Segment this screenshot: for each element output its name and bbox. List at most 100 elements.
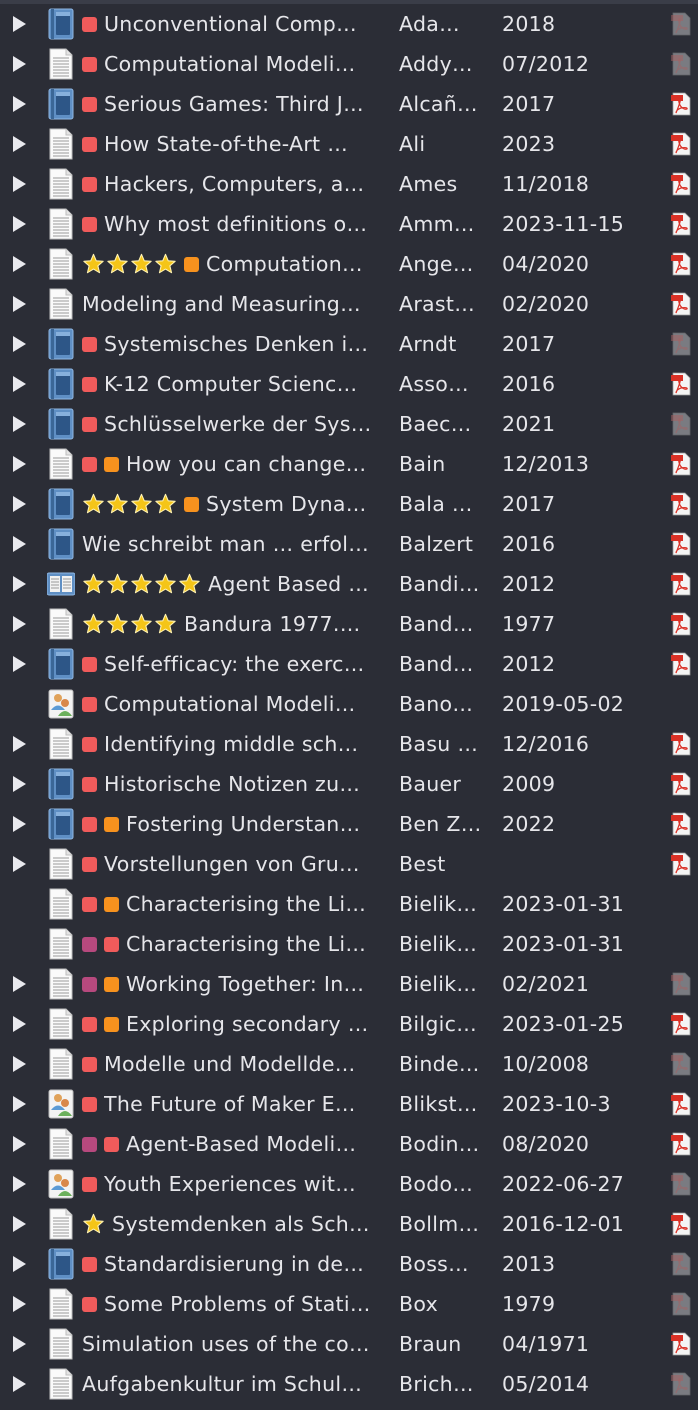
pdf-attachment-icon[interactable]: [670, 532, 692, 556]
pdf-attachment-icon[interactable]: [670, 812, 692, 836]
pdf-attachment-icon[interactable]: [670, 252, 692, 276]
pdf-attachment-icon[interactable]: [670, 132, 692, 156]
disclosure-triangle-icon[interactable]: [10, 95, 40, 113]
table-row[interactable]: Identifying middle sch… Basu … 12/2016: [0, 724, 698, 764]
pdf-attachment-icon[interactable]: [670, 172, 692, 196]
disclosure-triangle-icon[interactable]: [10, 775, 40, 793]
disclosure-triangle-icon[interactable]: [10, 535, 40, 553]
pdf-attachment-icon[interactable]: [670, 1252, 692, 1276]
table-row[interactable]: Computational Modeli… Addy… 07/2012: [0, 44, 698, 84]
pdf-attachment-icon[interactable]: [670, 292, 692, 316]
table-row[interactable]: Exploring secondary … Bilgic… 2023-01-25: [0, 1004, 698, 1044]
disclosure-triangle-icon[interactable]: [10, 815, 40, 833]
table-row[interactable]: Working Together: In… Bielik… 02/2021: [0, 964, 698, 1004]
pdf-attachment-icon[interactable]: [670, 1092, 692, 1116]
disclosure-triangle-icon[interactable]: [10, 135, 40, 153]
disclosure-triangle-icon[interactable]: [10, 1055, 40, 1073]
disclosure-triangle-icon[interactable]: [10, 495, 40, 513]
pdf-attachment-icon[interactable]: [670, 1292, 692, 1316]
table-row[interactable]: Agent-Based Modeli… Bodin… 08/2020: [0, 1124, 698, 1164]
table-row[interactable]: How State-of-the-Art … Ali 2023: [0, 124, 698, 164]
pdf-attachment-icon[interactable]: [670, 452, 692, 476]
disclosure-triangle-icon[interactable]: [10, 1215, 40, 1233]
pdf-attachment-icon[interactable]: [670, 972, 692, 996]
pdf-attachment-icon[interactable]: [670, 332, 692, 356]
disclosure-triangle-icon[interactable]: [10, 375, 40, 393]
pdf-attachment-icon[interactable]: [670, 212, 692, 236]
table-row[interactable]: Modeling and Measuring… Arast… 02/2020: [0, 284, 698, 324]
table-row[interactable]: Systemisches Denken i… Arndt 2017: [0, 324, 698, 364]
pdf-attachment-icon[interactable]: [670, 52, 692, 76]
pdf-attachment-icon[interactable]: [670, 12, 692, 36]
table-row[interactable]: Simulation uses of the co… Braun 04/1971: [0, 1324, 698, 1364]
pdf-attachment-icon[interactable]: [670, 772, 692, 796]
table-row[interactable]: How you can change… Bain 12/2013: [0, 444, 698, 484]
table-row[interactable]: Serious Games: Third J… Alcañ… 2017: [0, 84, 698, 124]
table-row[interactable]: Some Problems of Stati… Box 1979: [0, 1284, 698, 1324]
disclosure-triangle-icon[interactable]: [10, 735, 40, 753]
table-row[interactable]: Computational Modeli… Bano… 2019-05-02: [0, 684, 698, 724]
table-row[interactable]: Hackers, Computers, a… Ames 11/2018: [0, 164, 698, 204]
table-row[interactable]: Fostering Understan… Ben Z… 2022: [0, 804, 698, 844]
pdf-attachment-icon[interactable]: [670, 612, 692, 636]
disclosure-triangle-icon[interactable]: [10, 855, 40, 873]
pdf-attachment-icon[interactable]: [670, 732, 692, 756]
table-row[interactable]: Self-efficacy: the exerc… Band… 2012: [0, 644, 698, 684]
disclosure-triangle-icon[interactable]: [10, 1255, 40, 1273]
disclosure-triangle-icon[interactable]: [10, 1015, 40, 1033]
disclosure-triangle-icon[interactable]: [10, 415, 40, 433]
table-row[interactable]: The Future of Maker E… Blikst… 2023-10-3: [0, 1084, 698, 1124]
table-row[interactable]: Agent Based … Bandi… 2012: [0, 564, 698, 604]
table-row[interactable]: Wie schreibt man … erfol… Balzert 2016: [0, 524, 698, 564]
disclosure-triangle-icon[interactable]: [10, 615, 40, 633]
table-row[interactable]: Standardisierung in de… Boss… 2013: [0, 1244, 698, 1284]
disclosure-triangle-icon[interactable]: [10, 1175, 40, 1193]
disclosure-triangle-icon[interactable]: [10, 175, 40, 193]
pdf-attachment-icon[interactable]: [670, 1172, 692, 1196]
pdf-attachment-icon[interactable]: [670, 492, 692, 516]
pdf-attachment-icon[interactable]: [670, 1052, 692, 1076]
disclosure-triangle-icon[interactable]: [10, 1335, 40, 1353]
table-row[interactable]: Youth Experiences wit… Bodo… 2022-06-27: [0, 1164, 698, 1204]
items-list[interactable]: Unconventional Comp… Ada… 2018 Computationa…: [0, 0, 698, 1410]
table-row[interactable]: Unconventional Comp… Ada… 2018: [0, 4, 698, 44]
table-row[interactable]: Aufgabenkultur im Schul… Brich… 05/2014: [0, 1364, 698, 1404]
pdf-attachment-icon[interactable]: [670, 92, 692, 116]
table-row[interactable]: Characterising the Li… Bielik… 2023-01-31: [0, 924, 698, 964]
disclosure-triangle-icon[interactable]: [10, 1295, 40, 1313]
disclosure-triangle-icon[interactable]: [10, 975, 40, 993]
disclosure-triangle-icon[interactable]: [10, 335, 40, 353]
table-row[interactable]: Historische Notizen zu… Bauer 2009: [0, 764, 698, 804]
pdf-attachment-icon[interactable]: [670, 1212, 692, 1236]
disclosure-triangle-icon[interactable]: [10, 1095, 40, 1113]
disclosure-triangle-icon[interactable]: [10, 655, 40, 673]
pdf-attachment-icon[interactable]: [670, 1012, 692, 1036]
disclosure-triangle-icon[interactable]: [10, 575, 40, 593]
table-row[interactable]: Modelle und Modellde… Binde… 10/2008: [0, 1044, 698, 1084]
pdf-attachment-icon[interactable]: [670, 572, 692, 596]
table-row[interactable]: Why most definitions o… Amm… 2023-11-15: [0, 204, 698, 244]
disclosure-triangle-icon[interactable]: [10, 1375, 40, 1393]
pdf-attachment-icon[interactable]: [670, 412, 692, 436]
disclosure-triangle-icon[interactable]: [10, 15, 40, 33]
table-row[interactable]: System Dyna… Bala … 2017: [0, 484, 698, 524]
table-row[interactable]: Characterising the Li… Bielik… 2023-01-31: [0, 884, 698, 924]
pdf-attachment-icon[interactable]: [670, 1372, 692, 1396]
pdf-attachment-icon[interactable]: [670, 1132, 692, 1156]
pdf-attachment-icon[interactable]: [670, 372, 692, 396]
table-row[interactable]: Systemdenken als Sch… Bollm… 2016-12-01: [0, 1204, 698, 1244]
pdf-attachment-icon[interactable]: [670, 852, 692, 876]
disclosure-triangle-icon[interactable]: [10, 215, 40, 233]
disclosure-triangle-icon[interactable]: [10, 455, 40, 473]
disclosure-triangle-icon[interactable]: [10, 295, 40, 313]
table-row[interactable]: K-12 Computer Scienc… Asso… 2016: [0, 364, 698, 404]
pdf-attachment-icon[interactable]: [670, 652, 692, 676]
disclosure-triangle-icon[interactable]: [10, 55, 40, 73]
table-row[interactable]: Schlüsselwerke der Sys… Baec… 2021: [0, 404, 698, 444]
disclosure-triangle-icon[interactable]: [10, 1135, 40, 1153]
pdf-attachment-icon[interactable]: [670, 1332, 692, 1356]
disclosure-triangle-icon[interactable]: [10, 255, 40, 273]
table-row[interactable]: Vorstellungen von Gru… Best: [0, 844, 698, 884]
table-row[interactable]: Bandura 1977.… Band… 1977: [0, 604, 698, 644]
table-row[interactable]: Computation… Ange… 04/2020: [0, 244, 698, 284]
